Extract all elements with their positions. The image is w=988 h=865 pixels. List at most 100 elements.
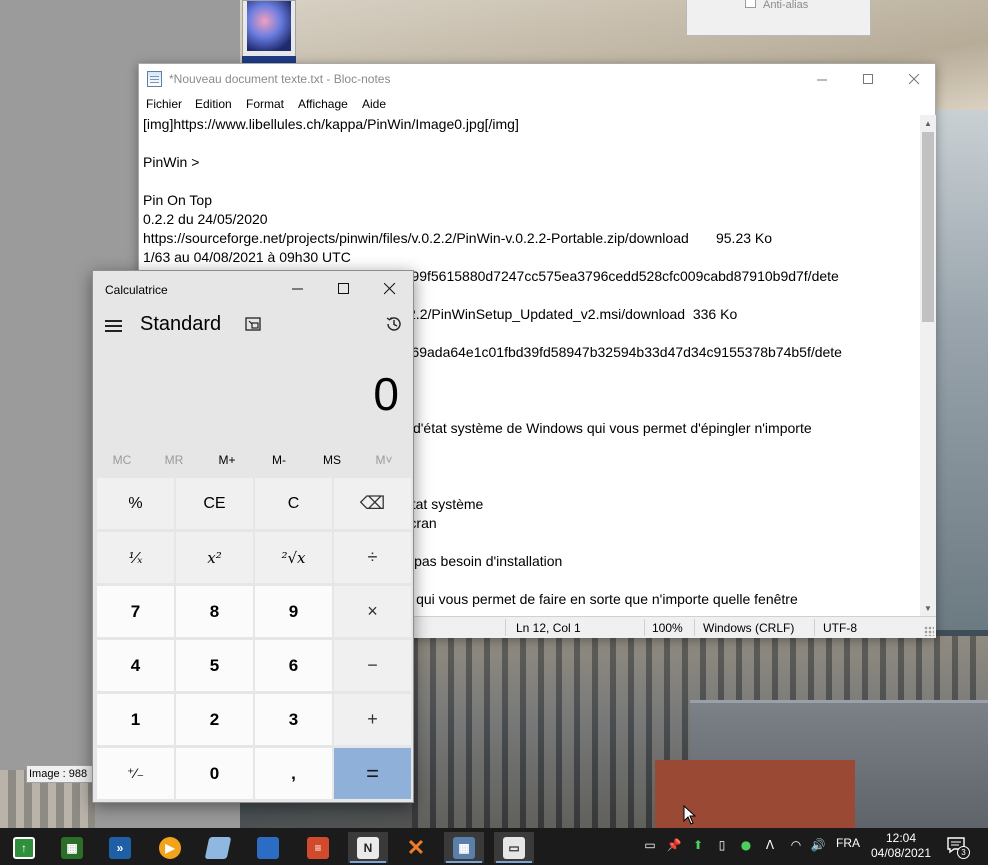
menu-edition[interactable]: Edition [195, 97, 232, 111]
notepad-line: 0.2.2 du 24/05/2020 [143, 211, 268, 227]
tools-icon: ✕ [406, 834, 426, 860]
digit-4-button[interactable]: 4 [97, 640, 174, 691]
minimize-button[interactable] [799, 64, 845, 94]
equals-button[interactable]: = [334, 748, 411, 799]
keep-on-top-icon[interactable] [245, 317, 261, 331]
tray-language[interactable]: FRA [836, 836, 860, 850]
memory-subtract-button[interactable]: M- [253, 447, 305, 473]
clear-button[interactable]: C [255, 478, 332, 529]
square-root-button[interactable]: ²√x [255, 532, 332, 583]
sticky-note-icon [257, 836, 279, 859]
resize-grip[interactable] [924, 626, 934, 636]
square-button[interactable]: x² [176, 532, 253, 583]
minus-button[interactable]: − [334, 640, 411, 691]
digit-2-button[interactable]: 2 [176, 694, 253, 745]
digit-6-button[interactable]: 6 [255, 640, 332, 691]
calc-maximize-button[interactable] [321, 271, 367, 307]
taskbar-app-display[interactable]: ▭ [494, 832, 534, 863]
menu-aide[interactable]: Aide [362, 97, 386, 111]
clock-date: 04/08/2021 [870, 846, 932, 860]
scroll-down-icon[interactable]: ▼ [920, 600, 936, 616]
taskbar-app-upload[interactable]: ↑ [4, 832, 44, 863]
percent-button[interactable]: % [97, 478, 174, 529]
negate-button[interactable]: ⁺⁄₋ [97, 748, 174, 799]
taskbar-app-sticky[interactable] [248, 832, 288, 863]
history-icon[interactable] [385, 315, 403, 333]
menu-format[interactable]: Format [246, 97, 284, 111]
status-encoding: UTF-8 [823, 621, 857, 635]
digit-0-button[interactable]: 0 [176, 748, 253, 799]
thumbnail-image [247, 1, 291, 51]
status-line-endings: Windows (CRLF) [703, 621, 795, 635]
close-button[interactable] [891, 64, 937, 94]
digit-8-button[interactable]: 8 [176, 586, 253, 637]
backspace-icon[interactable]: ⌫ [334, 478, 411, 529]
notification-badge: 3 [957, 846, 970, 859]
vertical-scrollbar[interactable]: ▲ ▼ [920, 115, 936, 616]
divide-button[interactable]: ÷ [334, 532, 411, 583]
notepad-line: https://sourceforge.net/projects/pinwin/… [143, 230, 773, 246]
digit-1-button[interactable]: 1 [97, 694, 174, 745]
taskbar-app-notebook[interactable] [198, 832, 238, 863]
taskbar-app-remote[interactable]: » [100, 832, 140, 863]
calculator-icon: ▦ [453, 836, 475, 859]
calculator-window: Calculatrice Standard 0 MC MR M+ M- MS M… [92, 270, 414, 803]
anti-alias-checkbox[interactable] [745, 0, 756, 8]
notepad-line [143, 134, 920, 153]
tray-upload-icon[interactable]: ⬆ [690, 837, 706, 853]
maximize-button[interactable] [845, 64, 891, 94]
maximize-icon [338, 283, 349, 294]
calc-close-button[interactable] [367, 271, 413, 307]
maximize-icon [862, 73, 873, 84]
notepad-title: *Nouveau document texte.txt - Bloc-notes [169, 72, 391, 86]
tray-chevron-icon[interactable]: ᐱ [762, 837, 778, 853]
tray-volume-icon[interactable]: 🔊 [810, 837, 826, 853]
anti-alias-label: Anti-alias [763, 0, 809, 11]
taskbar-app-calculator[interactable]: ▦ [444, 832, 484, 863]
tray-clock[interactable]: 12:04 04/08/2021 [862, 831, 940, 861]
plus-button[interactable]: + [334, 694, 411, 745]
decimal-button[interactable]: , [255, 748, 332, 799]
multiply-button[interactable]: × [334, 586, 411, 637]
tray-network-icon[interactable]: ◠ [788, 837, 804, 853]
taskbar-app-spreadsheet[interactable]: ▦ [52, 832, 92, 863]
image-thumbnail[interactable] [242, 0, 296, 62]
taskbar-app-tools[interactable]: ✕ [396, 832, 436, 863]
taskbar-app-documents[interactable]: ≡ [298, 832, 338, 863]
calc-minimize-button[interactable] [275, 271, 321, 307]
tray-shield-icon[interactable]: ● [738, 837, 754, 853]
tray-usb-icon[interactable]: ▯ [714, 837, 730, 853]
memory-list-button[interactable]: M˅ [358, 447, 410, 473]
notepad-menubar: Fichier Edition Format Affichage Aide [139, 94, 935, 115]
calculator-display: 0 [373, 368, 399, 420]
digit-7-button[interactable]: 7 [97, 586, 174, 637]
taskbar: ↑ ▦ » ▶ ≡ N ✕ ▦ ▭ ▭ 📌 ⬆ ▯ ● ᐱ ◠ 🔊 FRA 12… [0, 828, 988, 865]
clear-entry-button[interactable]: CE [176, 478, 253, 529]
reciprocal-button[interactable]: ¹⁄ₓ [97, 532, 174, 583]
taskbar-app-media[interactable]: ▶ [150, 832, 190, 863]
status-position: Ln 12, Col 1 [516, 621, 581, 635]
tray-pin-icon[interactable]: 📌 [666, 837, 682, 853]
notepad-titlebar[interactable]: *Nouveau document texte.txt - Bloc-notes [139, 64, 935, 94]
digit-5-button[interactable]: 5 [176, 640, 253, 691]
memory-add-button[interactable]: M+ [201, 447, 253, 473]
notepad-line: Pin On Top [143, 192, 213, 208]
taskbar-app-notepad[interactable]: N [348, 832, 388, 863]
clock-time: 12:04 [885, 831, 917, 845]
tray-display-icon[interactable]: ▭ [642, 837, 658, 853]
hamburger-menu-icon[interactable] [104, 315, 124, 335]
memory-recall-button[interactable]: MR [148, 447, 200, 473]
scroll-up-icon[interactable]: ▲ [920, 115, 936, 131]
digit-3-button[interactable]: 3 [255, 694, 332, 745]
notepad-line: PinWin > [143, 154, 200, 170]
minimize-icon [816, 79, 827, 80]
memory-store-button[interactable]: MS [306, 447, 358, 473]
memory-clear-button[interactable]: MC [96, 447, 148, 473]
close-icon [384, 283, 396, 295]
digit-9-button[interactable]: 9 [255, 586, 332, 637]
notepad-app-icon [147, 71, 162, 87]
keypad: % CE C ⌫ ¹⁄ₓ x² ²√x ÷ 7 8 9 × 4 5 6 − 1 … [96, 477, 412, 801]
menu-affichage[interactable]: Affichage [298, 97, 348, 111]
scroll-thumb[interactable] [922, 132, 934, 322]
menu-fichier[interactable]: Fichier [146, 97, 182, 111]
